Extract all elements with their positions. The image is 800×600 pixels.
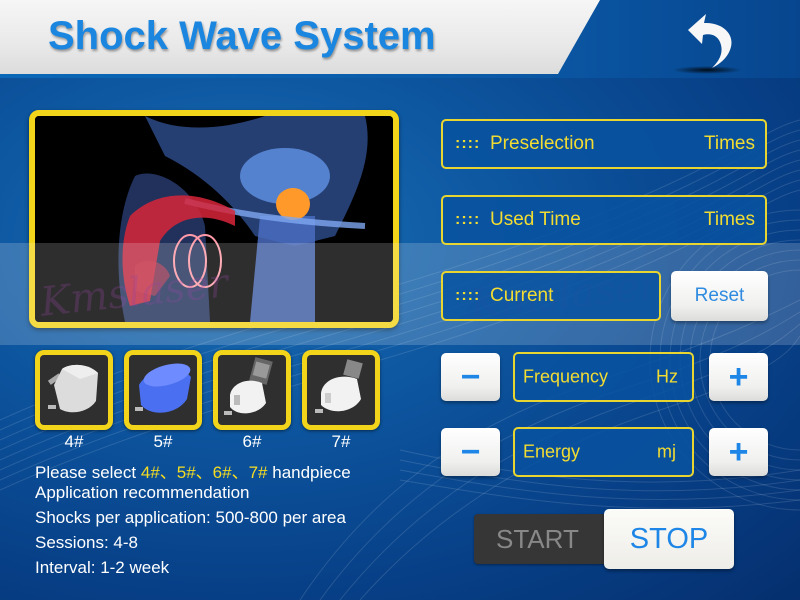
current-label: Current <box>490 285 554 306</box>
anatomy-image <box>29 110 399 328</box>
handpiece-5-icon <box>135 363 191 413</box>
handpiece-6-label: 6# <box>242 432 262 451</box>
info-line-shocks: Shocks per application: 500-800 per area <box>35 508 346 527</box>
select-suffix: handpiece <box>272 463 351 482</box>
info-line-interval: Interval: 1-2 week <box>35 558 170 577</box>
handpiece-5-button[interactable] <box>124 350 202 430</box>
select-instruction: Please select 4#、5#、6#、7# handpiece <box>35 458 351 483</box>
frequency-label: Frequency <box>523 366 609 387</box>
used-time-unit: Times <box>703 209 755 230</box>
energy-increase-button[interactable]: + <box>709 428 768 476</box>
energy-unit: mj <box>657 441 676 462</box>
info-line-recommendation: Application recommendation <box>35 483 250 502</box>
used-time-field: :::: Used Time Times <box>441 195 767 245</box>
energy-field: Energy mj <box>513 427 694 477</box>
handpiece-4-label: 4# <box>64 432 84 451</box>
stop-button[interactable]: STOP <box>604 509 734 569</box>
preselection-unit: Times <box>703 133 755 154</box>
back-arrow-icon <box>688 14 732 68</box>
used-time-label: Used Time <box>490 209 581 230</box>
handpiece-6-icon <box>224 357 273 415</box>
back-button[interactable] <box>680 8 744 72</box>
handpiece-7-button[interactable] <box>302 350 380 430</box>
energy-decrease-button[interactable]: − <box>441 428 500 476</box>
handpiece-5-label: 5# <box>153 432 173 451</box>
handpiece-4-icon <box>47 364 98 413</box>
dots-icon: :::: <box>455 287 481 304</box>
handpiece-7-icon <box>315 359 363 413</box>
start-button[interactable]: START <box>474 514 614 564</box>
select-items: 4#、5#、6#、7# <box>140 463 268 482</box>
preselection-label: Preselection <box>490 133 595 154</box>
frequency-field: Frequency Hz <box>513 352 694 402</box>
page-title: Shock Wave System <box>48 14 436 58</box>
frequency-decrease-button[interactable]: − <box>441 353 500 401</box>
current-field: :::: Current <box>441 271 661 321</box>
reset-button[interactable]: Reset <box>671 271 768 321</box>
handpiece-6-button[interactable] <box>213 350 291 430</box>
info-line-sessions: Sessions: 4-8 <box>35 533 138 552</box>
handpiece-7-label: 7# <box>331 432 351 451</box>
frequency-increase-button[interactable]: + <box>709 353 768 401</box>
dots-icon: :::: <box>455 211 481 228</box>
preselection-field[interactable]: :::: Preselection Times <box>441 119 767 169</box>
handpiece-4-button[interactable] <box>35 350 113 430</box>
dots-icon: :::: <box>455 135 481 152</box>
energy-label: Energy <box>523 441 581 462</box>
select-prefix: Please select <box>35 463 137 482</box>
frequency-unit: Hz <box>656 366 678 387</box>
